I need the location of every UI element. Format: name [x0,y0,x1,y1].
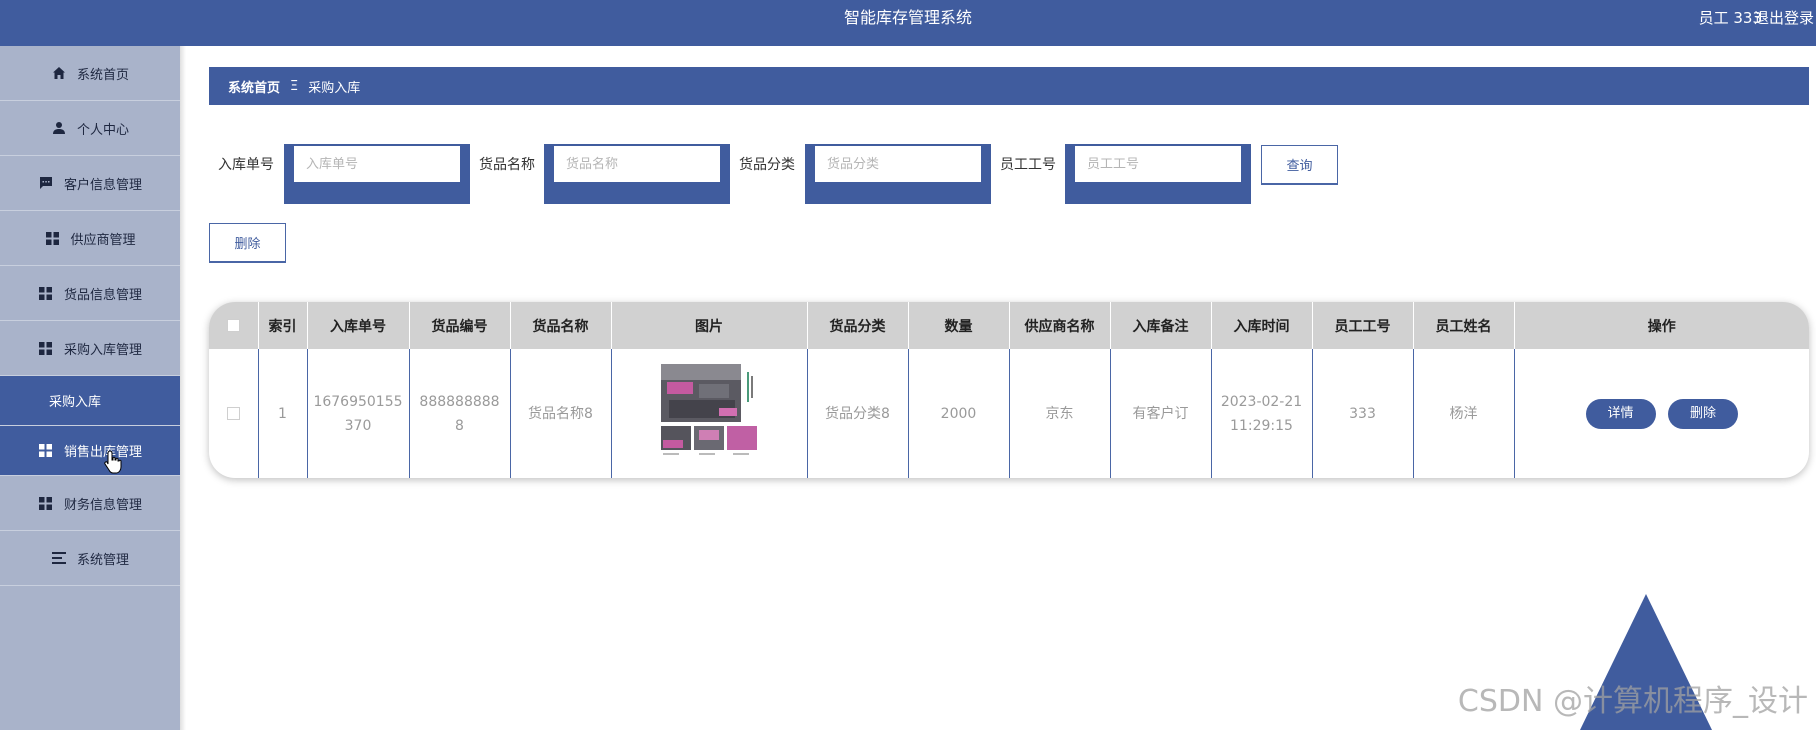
sidebar: 系统首页 个人中心 客户信息管理 供应商管理 货品信息管理 采购入库管理 采购入… [0,46,186,730]
staff-no-input[interactable] [1075,146,1241,182]
delete-button[interactable]: 删除 [209,223,286,263]
sidebar-item-suppliers[interactable]: 供应商管理 [0,211,180,266]
data-table: 索引 入库单号 货品编号 货品名称 图片 货品分类 数量 供应商名称 入库备注 … [209,302,1809,478]
current-user: 员工 333 [1698,9,1762,27]
sidebar-item-label: 采购入库 [49,395,102,410]
order-no-cell: 1676950155 370 [307,349,410,478]
sidebar-item-label: 财务信息管理 [63,497,142,513]
query-button[interactable]: 查询 [1261,145,1338,185]
goods-name-label: 货品名称 [479,157,535,173]
staff-no-field [1065,144,1251,204]
sidebar-item-label: 销售出库管理 [63,445,142,460]
goods-name-input[interactable] [554,146,720,182]
breadcrumb: 系统首页 Ξ 采购入库 [209,67,1809,105]
goods-no-cell: 888888888 8 [409,349,511,478]
column-header: 入库备注 [1110,302,1212,349]
sidebar-item-label: 客户信息管理 [63,177,142,193]
goods-name-field [544,144,730,204]
column-header: 货品名称 [510,302,612,349]
column-header: 索引 [258,302,308,349]
sidebar-item-profile[interactable]: 个人中心 [0,101,180,156]
user-icon [51,120,67,136]
product-thumbnail[interactable] [659,361,759,458]
select-all-checkbox[interactable] [226,319,240,332]
sidebar-subitem-purchase-in[interactable]: 采购入库 [0,376,180,426]
staff-no-label: 员工工号 [1000,157,1056,173]
sidebar-item-system[interactable]: 系统管理 [0,531,180,586]
goods-no-line: 888888888 [419,393,500,410]
column-header: 操作 [1647,318,1676,335]
row-delete-button[interactable]: 删除 [1667,398,1738,429]
actions-cell: 详情 删除 [1514,349,1809,478]
index-cell: 1 [258,349,308,478]
grid-icon [44,230,60,246]
column-header: 入库单号 [307,302,410,349]
goods-name-cell: 货品名称8 [510,349,612,478]
sidebar-item-goods[interactable]: 货品信息管理 [0,266,180,321]
remark-cell: 有客户订 [1110,349,1212,478]
top-bar: 智能库存管理系统 员工 333 退出登录 [0,0,1816,46]
grid-icon [38,340,54,356]
table-row: 1 1676950155 370 888888888 8 货品名称8 货品分类8… [209,349,1809,478]
staff-name-cell: 杨洋 [1413,349,1515,478]
sidebar-item-customers[interactable]: 客户信息管理 [0,156,180,211]
time-clock: 11:29:15 [1230,417,1293,434]
grid-icon [38,443,54,459]
sidebar-item-label: 采购入库管理 [63,342,142,358]
supplier-cell: 京东 [1009,349,1111,478]
column-header: 员工姓名 [1413,302,1515,349]
image-cell [611,349,808,478]
logout-link[interactable]: 退出登录 [1754,0,1814,36]
select-all-header [209,302,259,349]
watermark: CSDN @计算机程序_设计 [1457,684,1808,719]
column-header: 货品编号 [409,302,511,349]
pointer-cursor-icon [104,450,122,474]
time-date: 2023-02-21 [1220,393,1303,410]
sidebar-item-sales-management[interactable]: 销售出库管理 [0,426,180,476]
table-header-row: 索引 入库单号 货品编号 货品名称 图片 货品分类 数量 供应商名称 入库备注 … [209,302,1809,349]
detail-button[interactable]: 详情 [1585,398,1656,429]
column-header: 货品分类 [807,302,909,349]
quantity-cell: 2000 [908,349,1010,478]
goods-category-label: 货品分类 [739,157,795,173]
menu-icon [51,550,67,566]
sidebar-item-label: 货品信息管理 [63,287,142,303]
app-title: 智能库存管理系统 [843,8,972,27]
order-no-field [284,144,470,204]
sidebar-item-label: 个人中心 [76,122,129,138]
sidebar-item-finance[interactable]: 财务信息管理 [0,476,180,531]
sidebar-item-purchase-management[interactable]: 采购入库管理 [0,321,180,376]
order-no-line: 1676950155 [313,393,403,410]
row-checkbox[interactable] [226,407,240,420]
sidebar-item-home[interactable]: 系统首页 [0,46,180,101]
home-icon [51,65,67,81]
goods-category-input[interactable] [815,146,981,182]
time-cell: 2023-02-21 11:29:15 [1211,349,1313,478]
grid-icon [38,285,54,301]
sidebar-item-label: 系统管理 [76,552,129,568]
column-header: 数量 [908,302,1010,349]
goods-category-field [805,144,991,204]
order-no-line: 370 [344,417,372,434]
goods-no-line: 8 [455,417,464,434]
order-no-label: 入库单号 [218,157,274,173]
column-header: 供应商名称 [1009,302,1111,349]
breadcrumb-home[interactable]: 系统首页 [228,77,280,96]
column-header: 图片 [611,302,808,349]
sidebar-item-label: 供应商管理 [70,232,136,248]
column-header: 员工工号 [1312,302,1414,349]
sidebar-item-label: 系统首页 [76,67,129,83]
breadcrumb-current: 采购入库 [308,80,361,96]
chat-icon [38,175,54,191]
category-cell: 货品分类8 [807,349,909,478]
order-no-input[interactable] [294,146,460,182]
column-header: 入库时间 [1211,302,1313,349]
grid-icon [38,495,54,511]
breadcrumb-separator: Ξ [290,78,299,94]
staff-no-cell: 333 [1312,349,1414,478]
row-select-cell [209,349,259,478]
